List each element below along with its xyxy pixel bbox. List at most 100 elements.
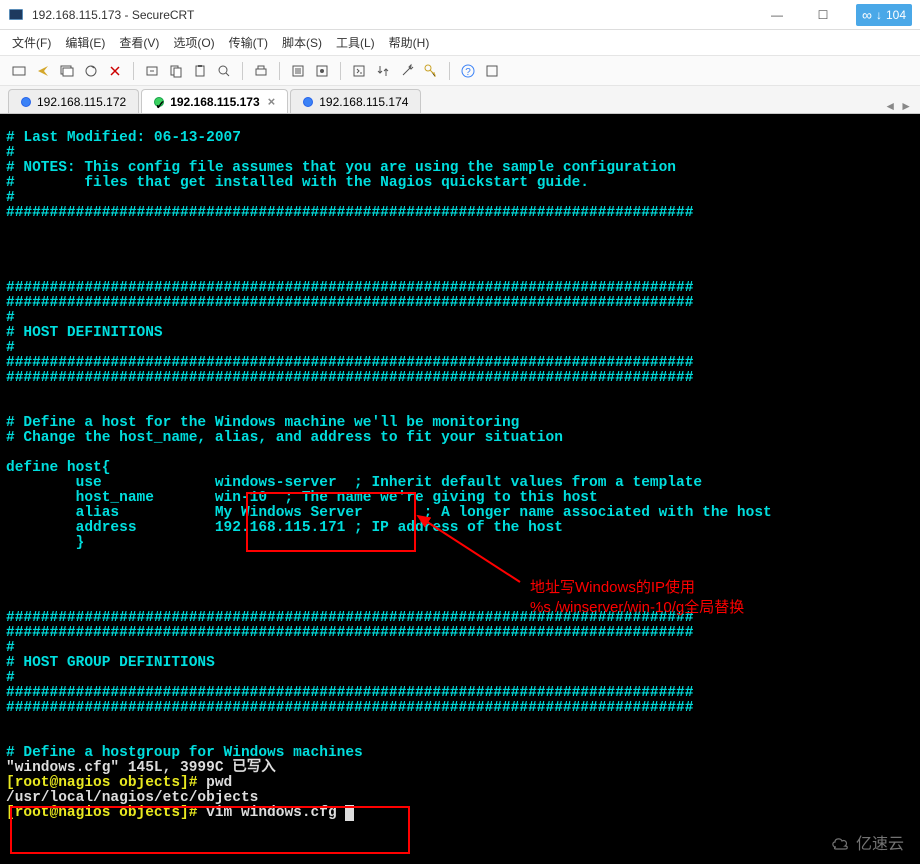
term-prompt: [root@nagios objects]#: [6, 775, 197, 791]
tab-nav: ◄ ►: [884, 99, 912, 113]
properties-icon[interactable]: [289, 62, 307, 80]
cloud-icon: [830, 834, 852, 850]
down-icon: ↓: [876, 8, 882, 22]
options-icon[interactable]: [313, 62, 331, 80]
term-status: "windows.cfg" 145L, 3999C 已写入: [6, 760, 276, 776]
term-line: ########################################…: [6, 295, 693, 311]
term-line: # HOST GROUP DEFINITIONS: [6, 655, 215, 671]
term-line: ########################################…: [6, 355, 693, 371]
paste-icon[interactable]: [191, 62, 209, 80]
status-dot-icon: [303, 97, 313, 107]
term-cmd: vim windows.cfg: [197, 805, 345, 821]
term-line: ########################################…: [6, 685, 693, 701]
tools-icon[interactable]: [398, 62, 416, 80]
disconnect-icon[interactable]: [106, 62, 124, 80]
term-line: #: [6, 340, 15, 356]
toolbar-separator: [279, 62, 280, 80]
terminal-output[interactable]: # Last Modified: 06-13-2007 # # NOTES: T…: [0, 114, 920, 864]
term-line: ########################################…: [6, 625, 693, 641]
quick-connect-icon[interactable]: [34, 62, 52, 80]
infinity-icon: ∞: [862, 7, 872, 23]
term-line: host_name win-10 ; The name we're giving…: [6, 490, 598, 506]
term-cmd: pwd: [197, 775, 232, 791]
term-line: /usr/local/nagios/etc/objects: [6, 790, 258, 806]
toolbar-separator: [242, 62, 243, 80]
tab-close-icon[interactable]: ×: [268, 94, 276, 109]
badge-number: 104: [886, 8, 906, 22]
reconnect-icon[interactable]: [82, 62, 100, 80]
svg-text:?: ?: [465, 67, 471, 78]
term-line: ########################################…: [6, 700, 693, 716]
app-icon: [8, 7, 24, 23]
tab-label: 192.168.115.172: [37, 95, 126, 109]
menu-view[interactable]: 查看(V): [119, 34, 159, 51]
term-line: # HOST DEFINITIONS: [6, 325, 163, 341]
term-line: #: [6, 145, 15, 161]
watermark: 亿速云: [830, 830, 904, 854]
menu-help[interactable]: 帮助(H): [389, 34, 430, 51]
tab-session-2[interactable]: ✓ 192.168.115.173 ×: [141, 89, 288, 113]
transfer-icon[interactable]: [374, 62, 392, 80]
tabbar: 192.168.115.172 ✓ 192.168.115.173 × 192.…: [0, 86, 920, 114]
annotation-text: 地址写Windows的IP使用 %s /winserver/win-10/g全局…: [530, 578, 744, 618]
term-cursor: [345, 805, 354, 821]
enter-icon[interactable]: [143, 62, 161, 80]
term-line: #: [6, 190, 15, 206]
tab-prev-icon[interactable]: ◄: [884, 99, 896, 113]
toolbar-separator: [133, 62, 134, 80]
menu-options[interactable]: 选项(O): [173, 34, 214, 51]
term-line: # Change the host_name, alias, and addre…: [6, 430, 563, 446]
about-icon[interactable]: [483, 62, 501, 80]
toolbar-separator: [449, 62, 450, 80]
toolbar-separator: [340, 62, 341, 80]
window-title: 192.168.115.173 - SecureCRT: [32, 8, 764, 22]
watermark-text: 亿速云: [856, 830, 904, 854]
minimize-button[interactable]: —: [764, 5, 790, 25]
script-icon[interactable]: [350, 62, 368, 80]
tab-next-icon[interactable]: ►: [900, 99, 912, 113]
term-line: use windows-server ; Inherit default val…: [6, 475, 702, 491]
term-line: #: [6, 670, 15, 686]
menubar: 文件(F) 编辑(E) 查看(V) 选项(O) 传输(T) 脚本(S) 工具(L…: [0, 30, 920, 56]
term-prompt: [root@nagios objects]#: [6, 805, 197, 821]
menu-file[interactable]: 文件(F): [12, 34, 51, 51]
print-icon[interactable]: [252, 62, 270, 80]
term-line: ########################################…: [6, 370, 693, 386]
term-line: # files that get installed with the Nagi…: [6, 175, 589, 191]
find-icon[interactable]: [215, 62, 233, 80]
side-badge[interactable]: ∞ ↓ 104: [856, 4, 912, 26]
term-line: alias My Windows Server ; A longer name …: [6, 505, 772, 521]
connect-icon[interactable]: [10, 62, 28, 80]
term-line: # Define a hostgroup for Windows machine…: [6, 745, 363, 761]
session-icon[interactable]: [58, 62, 76, 80]
copy-icon[interactable]: [167, 62, 185, 80]
help-icon[interactable]: ?: [459, 62, 477, 80]
term-line: #: [6, 640, 15, 656]
term-line: }: [6, 535, 84, 551]
tab-label: 192.168.115.173: [170, 95, 259, 109]
term-line: define host{: [6, 460, 110, 476]
term-line: ########################################…: [6, 205, 693, 221]
term-line: # Last Modified: 06-13-2007: [6, 130, 241, 146]
term-line: # Define a host for the Windows machine …: [6, 415, 519, 431]
term-line: ########################################…: [6, 280, 693, 296]
menu-script[interactable]: 脚本(S): [282, 34, 322, 51]
window-controls: — ☐ ∞ ↓ 104: [764, 4, 912, 26]
term-line: address 192.168.115.171 ; IP address of …: [6, 520, 563, 536]
annotation-line2: %s /winserver/win-10/g全局替换: [530, 598, 744, 618]
term-line: # NOTES: This config file assumes that y…: [6, 160, 676, 176]
maximize-button[interactable]: ☐: [810, 5, 836, 25]
key-icon[interactable]: [422, 62, 440, 80]
status-dot-icon: ✓: [154, 97, 164, 107]
menu-tools[interactable]: 工具(L): [336, 34, 375, 51]
toolbar: ?: [0, 56, 920, 86]
menu-edit[interactable]: 编辑(E): [65, 34, 105, 51]
menu-transfer[interactable]: 传输(T): [229, 34, 268, 51]
annotation-line1: 地址写Windows的IP使用: [530, 578, 744, 598]
titlebar: 192.168.115.173 - SecureCRT — ☐ ∞ ↓ 104: [0, 0, 920, 30]
tab-session-1[interactable]: 192.168.115.172: [8, 89, 139, 113]
term-line: #: [6, 310, 15, 326]
tab-session-3[interactable]: 192.168.115.174: [290, 89, 421, 113]
tab-label: 192.168.115.174: [319, 95, 408, 109]
status-dot-icon: [21, 97, 31, 107]
